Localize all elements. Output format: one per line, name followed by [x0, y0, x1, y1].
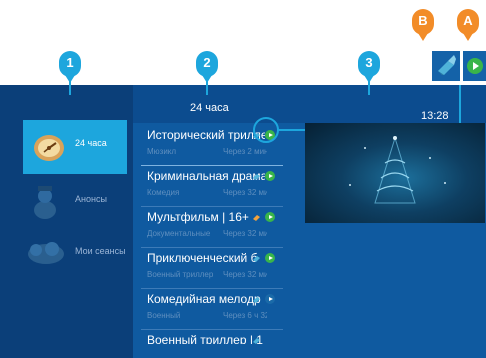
- play-button-zoom[interactable]: [463, 51, 486, 81]
- preview-thumbnail: [305, 123, 485, 223]
- program-row[interactable]: Приключенческий б Военный триллер Через 3…: [141, 248, 283, 289]
- program-genre: Документальные: [147, 229, 211, 238]
- program-time: Через 32 мин: [223, 229, 267, 238]
- program-genre: Военный триллер: [147, 270, 214, 279]
- callout-line-1: [69, 81, 71, 95]
- sidebar-item-label: Мои сеансы: [75, 246, 126, 256]
- program-title: Мультфильм | 16+: [147, 210, 249, 224]
- program-meta: Военный триллер Через 32 мин: [147, 270, 267, 279]
- record-icon[interactable]: [252, 212, 261, 221]
- program-meta: Мюзикл Через 2 мин: [147, 147, 267, 156]
- callout-marker-a: A: [457, 9, 479, 41]
- sidebar-item-label: 24 часа: [75, 138, 107, 148]
- callout-marker-3: 3: [358, 51, 380, 83]
- record-button-zoom[interactable]: [432, 51, 460, 81]
- play-icon: [467, 58, 483, 74]
- sidebar-item-my-sessions[interactable]: Мои сеансы: [0, 228, 133, 280]
- record-icon[interactable]: [252, 335, 261, 344]
- program-row[interactable]: Мультфильм | 16+ Документальные Через 32 …: [141, 207, 283, 248]
- clock-compass-icon: [34, 135, 64, 161]
- program-row[interactable]: Криминальная драма Комедия Через 32 мин: [141, 166, 283, 207]
- program-time: Через 2 мин: [223, 147, 267, 156]
- clock: 13:28: [421, 110, 449, 122]
- program-meta: Комедия Через 32 мин: [147, 188, 267, 197]
- program-time: Через 32 мин: [223, 270, 267, 279]
- callout-line-2: [206, 81, 208, 95]
- program-genre: Мюзикл: [147, 147, 177, 156]
- highlight-ring: [253, 117, 279, 143]
- program-time: Через 32 мин: [223, 188, 267, 197]
- program-meta: Военный Через 6 ч 32 мин: [147, 311, 267, 320]
- page-title: 24 часа: [190, 102, 229, 114]
- callout-marker-2: 2: [196, 51, 218, 83]
- record-icon[interactable]: [252, 171, 261, 180]
- cloud-reel-icon: [28, 242, 64, 264]
- play-icon[interactable]: [265, 171, 275, 181]
- program-title: Криминальная драма: [147, 169, 265, 183]
- program-row[interactable]: Комедийная мелодр Военный Через 6 ч 32 ми…: [141, 289, 283, 330]
- play-icon[interactable]: [265, 253, 275, 263]
- program-meta: Документальные Через 32 мин: [147, 229, 267, 238]
- snowman-icon: [34, 186, 56, 219]
- program-title: Военный триллер | 1: [147, 333, 263, 344]
- play-icon[interactable]: [265, 294, 275, 304]
- program-genre: Комедия: [147, 188, 180, 197]
- program-genre: Военный: [147, 311, 181, 320]
- program-title: Комедийная мелодр: [147, 292, 261, 306]
- sidebar-item-24h[interactable]: 24 часа: [23, 120, 127, 174]
- record-icon[interactable]: [252, 253, 261, 262]
- sidebar-item-announcements[interactable]: Анонсы: [0, 176, 133, 228]
- sidebar-item-label: Анонсы: [75, 194, 107, 204]
- record-icon: [438, 55, 456, 75]
- play-icon[interactable]: [265, 212, 275, 222]
- program-title: Исторический триллер: [147, 128, 265, 142]
- callout-marker-b: B: [412, 9, 434, 41]
- callout-marker-1: 1: [59, 51, 81, 83]
- program-row[interactable]: Военный триллер | 1: [141, 330, 283, 344]
- program-time: Через 6 ч 32 мин: [223, 311, 267, 320]
- program-title: Приключенческий б: [147, 251, 258, 265]
- record-icon[interactable]: [252, 294, 261, 303]
- winter-tree-image: [349, 136, 446, 204]
- callout-line-3: [368, 81, 370, 95]
